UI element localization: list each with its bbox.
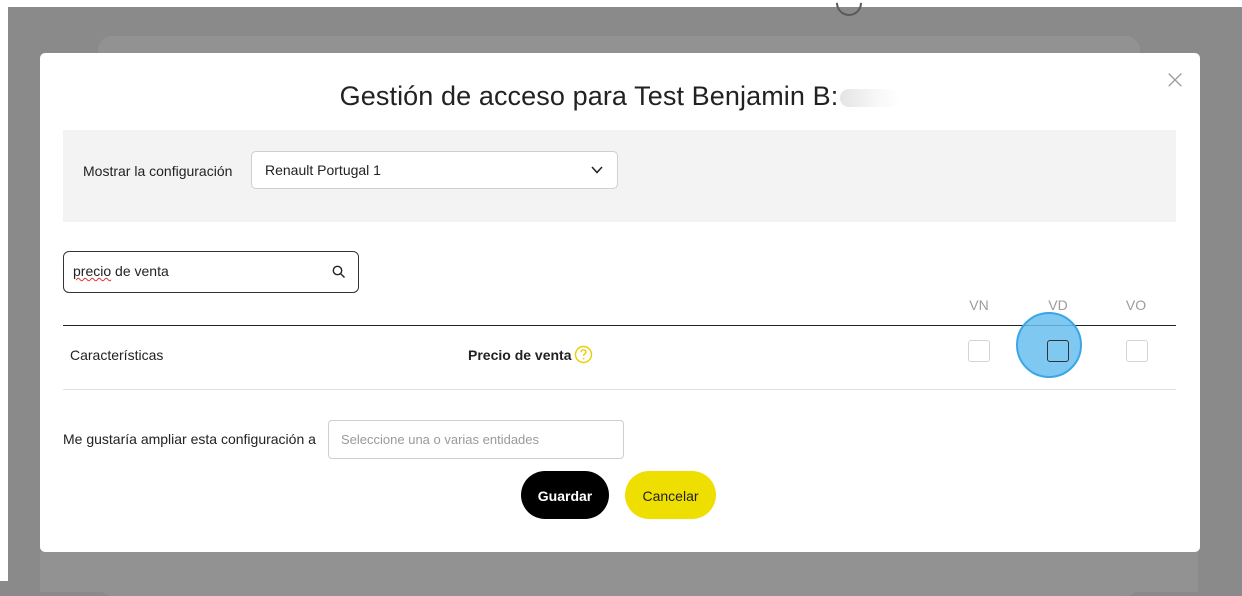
column-header-vd: VD xyxy=(1048,297,1068,313)
config-select[interactable]: Renault Portugal 1 xyxy=(251,151,618,189)
search-icon[interactable] xyxy=(332,265,346,279)
modal-title-text: Gestión de acceso para Test Benjamin B: xyxy=(339,81,839,111)
config-label: Mostrar la configuración xyxy=(83,163,233,179)
background-spinner xyxy=(830,0,868,22)
background-card-bottom xyxy=(40,552,1198,592)
column-header-vo: VO xyxy=(1125,297,1147,313)
search-value-rest: de venta xyxy=(111,263,169,279)
access-management-modal: × Gestión de acceso para Test Benjamin B… xyxy=(40,53,1200,552)
search-input[interactable]: precio de venta xyxy=(63,251,359,293)
save-button[interactable]: Guardar xyxy=(521,471,609,519)
extend-label: Me gustaría ampliar esta configuración a xyxy=(63,431,316,447)
row-permission-name: Precio de venta xyxy=(468,347,572,363)
column-header-vn: VN xyxy=(969,297,989,313)
modal-title: Gestión de acceso para Test Benjamin B: xyxy=(40,81,1200,112)
window-left-edge xyxy=(0,0,8,581)
table-header-divider xyxy=(63,325,1176,326)
row-divider xyxy=(63,389,1176,390)
checkbox-vn[interactable] xyxy=(968,340,990,362)
config-panel: Mostrar la configuración Renault Portuga… xyxy=(63,130,1176,222)
cancel-button[interactable]: Cancelar xyxy=(625,471,716,519)
help-icon[interactable] xyxy=(574,345,593,364)
checkbox-vo[interactable] xyxy=(1126,340,1148,362)
search-value: precio de venta xyxy=(73,263,169,279)
checkbox-vd[interactable] xyxy=(1047,340,1069,362)
config-selected-value: Renault Portugal 1 xyxy=(265,162,381,178)
entities-select-input[interactable]: Seleccione una o varias entidades xyxy=(328,420,624,459)
row-category: Características xyxy=(70,347,164,363)
window-top-edge xyxy=(0,0,1242,7)
redacted-name xyxy=(840,88,901,107)
search-value-misspelled: precio xyxy=(73,263,112,279)
chevron-down-icon xyxy=(591,166,603,174)
